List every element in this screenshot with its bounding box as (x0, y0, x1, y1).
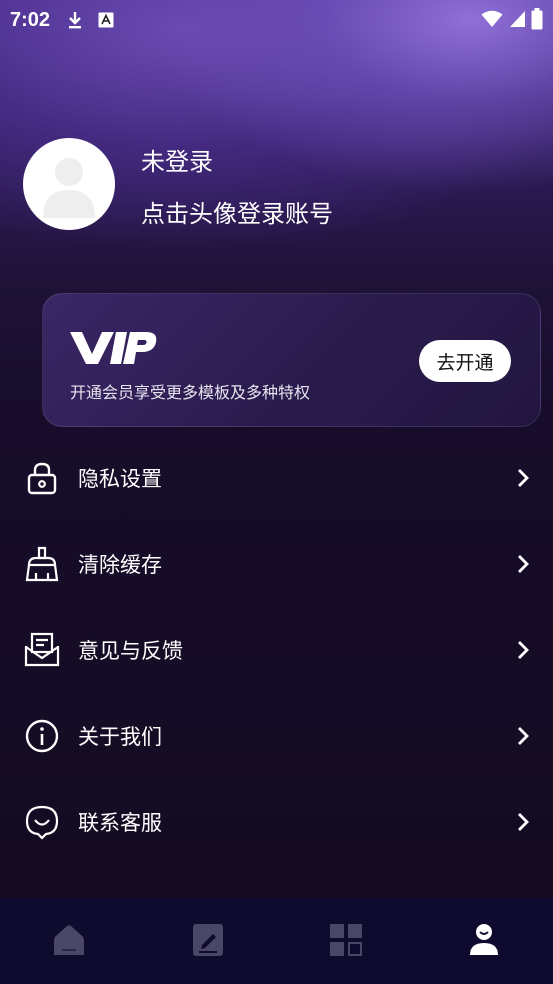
menu-item-feedback[interactable]: 意见与反馈 (0, 607, 553, 693)
signal-icon (509, 10, 525, 32)
login-status: 未登录 (141, 148, 213, 176)
chevron-right-icon (514, 640, 532, 660)
chevron-right-icon (514, 554, 532, 574)
bottom-nav (0, 898, 553, 984)
text-a-icon (98, 12, 114, 28)
menu-item-label: 联系客服 (78, 811, 162, 835)
broom-icon (24, 546, 60, 582)
menu-item-customer-service[interactable]: 联系客服 (0, 779, 553, 865)
battery-icon (531, 8, 543, 34)
user-icon (470, 924, 498, 955)
nav-home-tab[interactable] (51, 922, 87, 958)
mail-feedback-icon (24, 632, 60, 668)
edit-icon (193, 924, 223, 956)
chevron-right-icon (514, 726, 532, 746)
login-hint-link[interactable]: 点击头像登录账号 (141, 194, 333, 229)
menu-item-label: 关于我们 (78, 725, 162, 749)
status-time: 7:02 (10, 8, 51, 31)
chevron-right-icon (514, 468, 532, 488)
menu-item-privacy-settings[interactable]: 隐私设置 (0, 435, 553, 521)
vip-card[interactable]: 开通会员享受更多模板及多种特权 去开通 (42, 293, 541, 427)
status-bar: 7:02 (0, 0, 553, 40)
default-user-avatar-icon (43, 158, 95, 218)
vip-logo (70, 330, 158, 370)
menu-item-about-us[interactable]: 关于我们 (0, 693, 553, 779)
info-icon (24, 718, 60, 754)
vip-activate-button[interactable]: 去开通 (419, 340, 511, 382)
wifi-icon (481, 10, 503, 32)
menu-item-label: 意见与反馈 (78, 639, 183, 663)
avatar[interactable] (23, 138, 115, 230)
nav-profile-tab[interactable] (466, 922, 502, 958)
home-icon (54, 925, 84, 955)
nav-edit-tab[interactable] (190, 922, 226, 958)
nav-templates-tab[interactable] (328, 922, 364, 958)
menu-item-clear-cache[interactable]: 清除缓存 (0, 521, 553, 607)
download-icon (66, 10, 84, 30)
menu-item-label: 隐私设置 (78, 467, 162, 491)
lock-icon (24, 460, 60, 496)
vip-description: 开通会员享受更多模板及多种特权 (70, 383, 311, 402)
profile-section[interactable]: 未登录 点击头像登录账号 (23, 138, 333, 230)
chevron-right-icon (514, 812, 532, 832)
grid-icon (330, 924, 362, 956)
customer-service-icon (24, 804, 60, 840)
menu-item-label: 清除缓存 (78, 553, 162, 577)
